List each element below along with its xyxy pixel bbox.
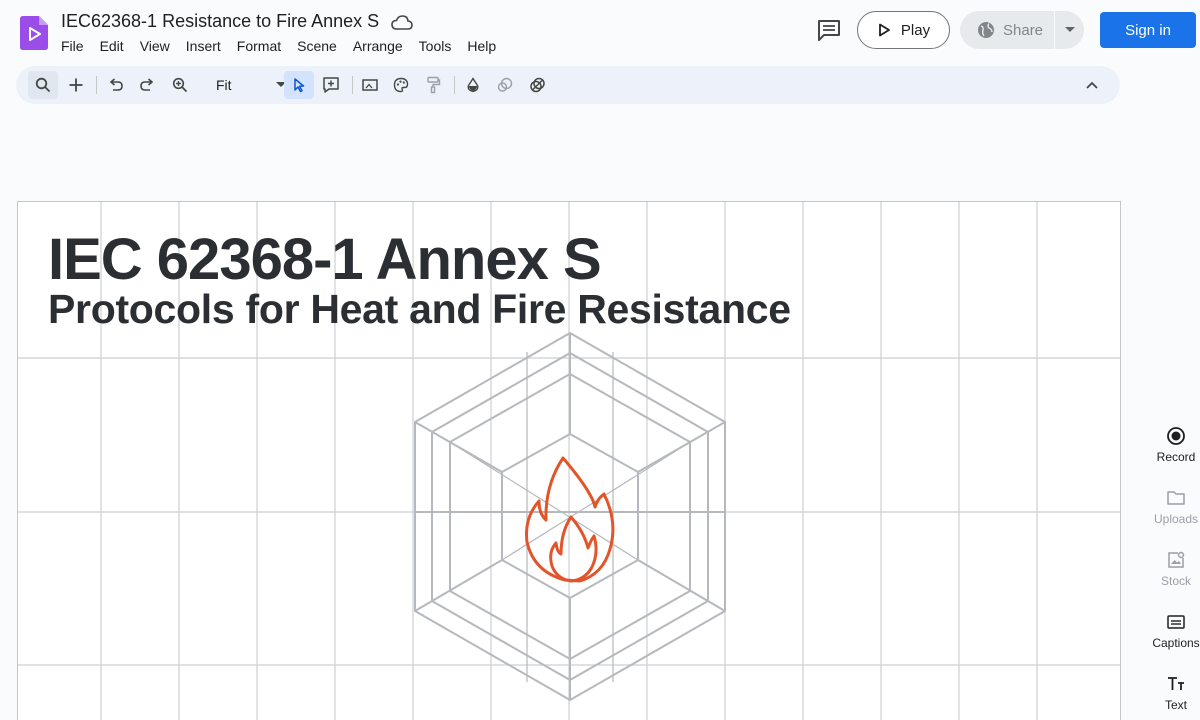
share-options-dropdown[interactable]: [1055, 11, 1084, 49]
menu-file[interactable]: File: [53, 36, 92, 56]
menu-insert[interactable]: Insert: [178, 36, 229, 56]
menu-view[interactable]: View: [132, 36, 178, 56]
menu-bar: File Edit View Insert Format Scene Arran…: [53, 36, 504, 56]
toolbar-separator: [96, 76, 97, 94]
document-title[interactable]: IEC62368-1 Resistance to Fire Annex S: [61, 11, 379, 32]
redo-icon[interactable]: [133, 71, 161, 99]
captions-icon: [1167, 615, 1185, 629]
uploads-label: Uploads: [1153, 512, 1199, 526]
play-icon: [879, 23, 890, 37]
image-icon[interactable]: [356, 71, 384, 99]
flame-icon: [525, 456, 615, 583]
side-captions[interactable]: Captions: [1150, 612, 1200, 650]
select-icon[interactable]: [284, 71, 314, 99]
undo-icon[interactable]: [102, 71, 130, 99]
captions-label: Captions: [1152, 636, 1200, 650]
side-record[interactable]: Record: [1150, 426, 1200, 464]
comments-icon[interactable]: [816, 18, 842, 42]
border-weight-icon[interactable]: [524, 71, 552, 99]
collapse-icon[interactable]: [1078, 71, 1106, 99]
record-icon: [1167, 427, 1185, 445]
toolbar-separator: [352, 76, 353, 94]
globe-icon: [978, 22, 994, 38]
side-stock[interactable]: Stock: [1150, 550, 1200, 588]
side-text[interactable]: Text: [1150, 674, 1200, 712]
stock-label: Stock: [1160, 574, 1191, 588]
record-label: Record: [1156, 450, 1196, 464]
menu-tools[interactable]: Tools: [411, 36, 460, 56]
menu-arrange[interactable]: Arrange: [345, 36, 411, 56]
menu-format[interactable]: Format: [229, 36, 289, 56]
toolbar: Fit: [16, 66, 1120, 104]
fill-color-icon[interactable]: [459, 71, 487, 99]
slide-canvas[interactable]: IEC 62368-1 Annex S Protocols for Heat a…: [17, 201, 1121, 720]
stock-image-icon: [1168, 551, 1185, 568]
palette-icon[interactable]: [387, 71, 415, 99]
menu-scene[interactable]: Scene: [289, 36, 345, 56]
share-button[interactable]: Share: [960, 11, 1054, 49]
play-label: Play: [900, 21, 931, 39]
play-button[interactable]: Play: [857, 11, 950, 49]
share-button-group: Share: [960, 11, 1084, 49]
text-label: Text: [1164, 698, 1187, 712]
share-label: Share: [1003, 21, 1044, 39]
video-app-logo[interactable]: [20, 16, 48, 50]
slide-heading[interactable]: IEC 62368-1 Annex S: [48, 226, 602, 293]
text-icon: [1168, 677, 1184, 690]
toolbar-separator: [454, 76, 455, 94]
menu-edit[interactable]: Edit: [92, 36, 132, 56]
caret-down-icon: [1064, 27, 1075, 32]
folder-icon: [1167, 491, 1185, 505]
zoom-value: Fit: [216, 77, 232, 93]
paint-format-icon[interactable]: [419, 71, 447, 99]
add-icon[interactable]: [62, 71, 90, 99]
cloud-saved-icon[interactable]: [391, 14, 413, 32]
zoom-icon[interactable]: [166, 71, 194, 99]
border-color-icon[interactable]: [491, 71, 519, 99]
zoom-select[interactable]: Fit: [216, 71, 286, 99]
sign-in-button[interactable]: Sign in: [1100, 12, 1196, 48]
side-uploads[interactable]: Uploads: [1150, 488, 1200, 526]
search-icon[interactable]: [28, 71, 58, 99]
slide-subheading[interactable]: Protocols for Heat and Fire Resistance: [48, 286, 791, 333]
menu-help[interactable]: Help: [459, 36, 504, 56]
new-text-box-icon[interactable]: [317, 71, 345, 99]
